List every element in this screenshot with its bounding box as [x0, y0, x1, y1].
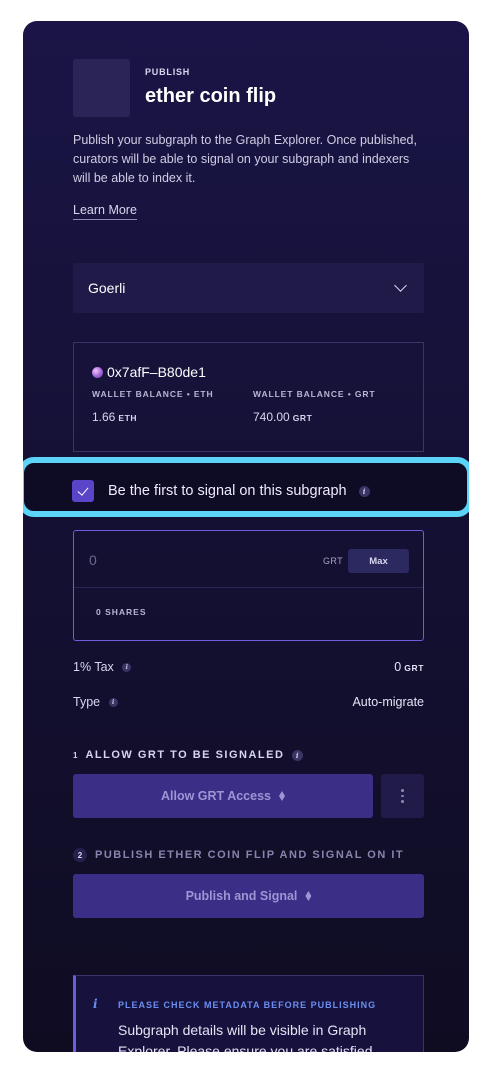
step-1-number: 1 — [73, 750, 78, 760]
notice-body: Subgraph details will be visible in Grap… — [118, 1022, 373, 1052]
info-icon[interactable]: i — [122, 663, 132, 673]
notice-title: PLEASE CHECK METADATA BEFORE PUBLISHING — [118, 1000, 377, 1010]
allow-grt-access-label: Allow GRT Access — [161, 789, 271, 803]
grt-balance-value: 740.00 GRT — [253, 410, 312, 424]
eth-unit: ETH — [118, 413, 138, 423]
info-icon[interactable]: i — [108, 698, 118, 708]
tax-row-label: 1% Tax i — [73, 660, 132, 674]
grt-balance-label: WALLET BALANCE • GRT — [253, 389, 376, 399]
grt-balance-amount: 740.00 — [253, 410, 290, 424]
signal-checkbox-row: Be the first to signal on this subgraph … — [108, 483, 370, 499]
signal-amount-input[interactable]: 0 — [89, 552, 97, 568]
network-select[interactable]: Goerli — [73, 263, 424, 313]
tax-amount: 0 — [394, 660, 402, 674]
metadata-notice: i PLEASE CHECK METADATA BEFORE PUBLISHIN… — [73, 975, 424, 1052]
description-text: Publish your subgraph to the Graph Explo… — [73, 133, 417, 185]
network-select-value: Goerli — [88, 280, 126, 296]
wallet-card: 0x7afF–B80de1 WALLET BALANCE • ETH WALLE… — [73, 342, 424, 452]
divider — [74, 587, 423, 588]
grt-unit: GRT — [292, 413, 313, 423]
info-icon[interactable]: i — [292, 749, 304, 761]
publish-and-signal-button[interactable]: Publish and Signal — [73, 874, 424, 918]
type-row-label: Type i — [73, 695, 118, 709]
step-2-label: PUBLISH ETHER COIN FLIP AND SIGNAL ON IT — [95, 849, 405, 861]
signal-unit: GRT — [323, 556, 344, 566]
step-2-header: 2 PUBLISH ETHER COIN FLIP AND SIGNAL ON … — [73, 848, 404, 862]
subgraph-thumbnail — [73, 59, 130, 117]
page-title: ether coin flip — [145, 85, 277, 107]
publish-panel: PUBLISH ether coin flip Publish your sub… — [23, 21, 469, 1052]
signal-checkbox-label: Be the first to signal on this subgraph — [108, 483, 347, 499]
wallet-avatar-icon — [92, 366, 103, 378]
signal-checkbox[interactable] — [72, 480, 94, 502]
tax-label: 1% Tax — [73, 660, 114, 674]
info-icon[interactable]: i — [358, 485, 370, 497]
kebab-menu-icon — [401, 789, 404, 792]
tax-value: 0 GRT — [323, 660, 424, 674]
max-button[interactable]: Max — [348, 549, 409, 573]
wallet-address: 0x7afF–B80de1 — [107, 364, 206, 380]
eyebrow-label: PUBLISH — [145, 67, 191, 77]
eth-diamond-icon — [305, 891, 312, 901]
eth-balance-value: 1.66 ETH — [92, 410, 137, 424]
type-value: Auto-migrate — [352, 695, 424, 709]
step-1-header: 1 ALLOW GRT TO BE SIGNALED i — [73, 748, 304, 762]
type-label: Type — [73, 695, 101, 709]
allow-grt-access-button[interactable]: Allow GRT Access — [73, 774, 373, 818]
eth-diamond-icon — [279, 791, 285, 801]
step-1-label: ALLOW GRT TO BE SIGNALED — [85, 749, 285, 761]
eth-balance-amount: 1.66 — [92, 410, 116, 424]
eth-balance-label: WALLET BALANCE • ETH — [92, 389, 214, 399]
checkmark-icon — [77, 483, 89, 496]
signal-amount-box: 0 GRT Max 0 SHARES — [73, 530, 424, 641]
chevron-down-icon — [394, 279, 407, 292]
publish-and-signal-label: Publish and Signal — [185, 889, 298, 903]
shares-text: 0 SHARES — [96, 607, 147, 617]
info-icon: i — [93, 997, 98, 1011]
tax-unit: GRT — [404, 663, 424, 673]
learn-more-link[interactable]: Learn More — [73, 203, 137, 220]
step-2-number: 2 — [73, 848, 87, 862]
more-options-button[interactable] — [381, 774, 424, 818]
